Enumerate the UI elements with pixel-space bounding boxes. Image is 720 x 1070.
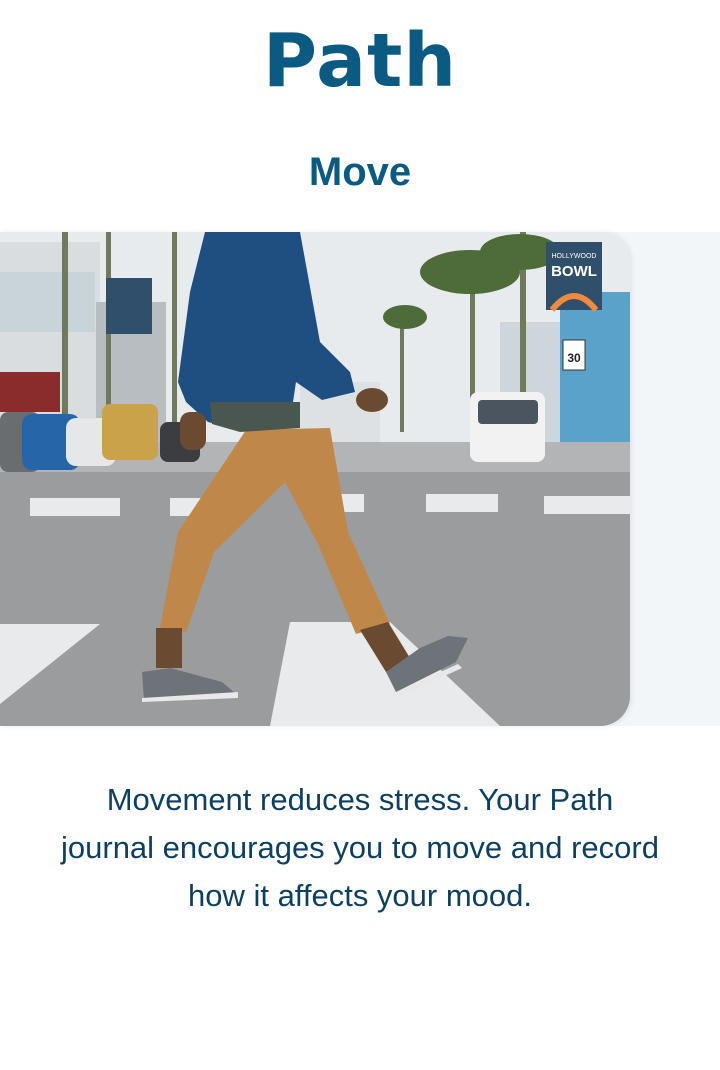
- app-logo: Path: [262, 18, 458, 104]
- onboarding-carousel[interactable]: HOLLYWOOD BOWL 30: [0, 232, 720, 726]
- walking-photo: HOLLYWOOD BOWL 30: [0, 232, 630, 726]
- banner-text-top: HOLLYWOOD: [552, 253, 597, 260]
- speed-limit-sign: 30: [567, 351, 581, 365]
- page-description: Movement reduces stress. Your Path journ…: [61, 782, 659, 913]
- page-title: Move: [308, 150, 412, 194]
- banner-text-bowl: BOWL: [551, 263, 597, 280]
